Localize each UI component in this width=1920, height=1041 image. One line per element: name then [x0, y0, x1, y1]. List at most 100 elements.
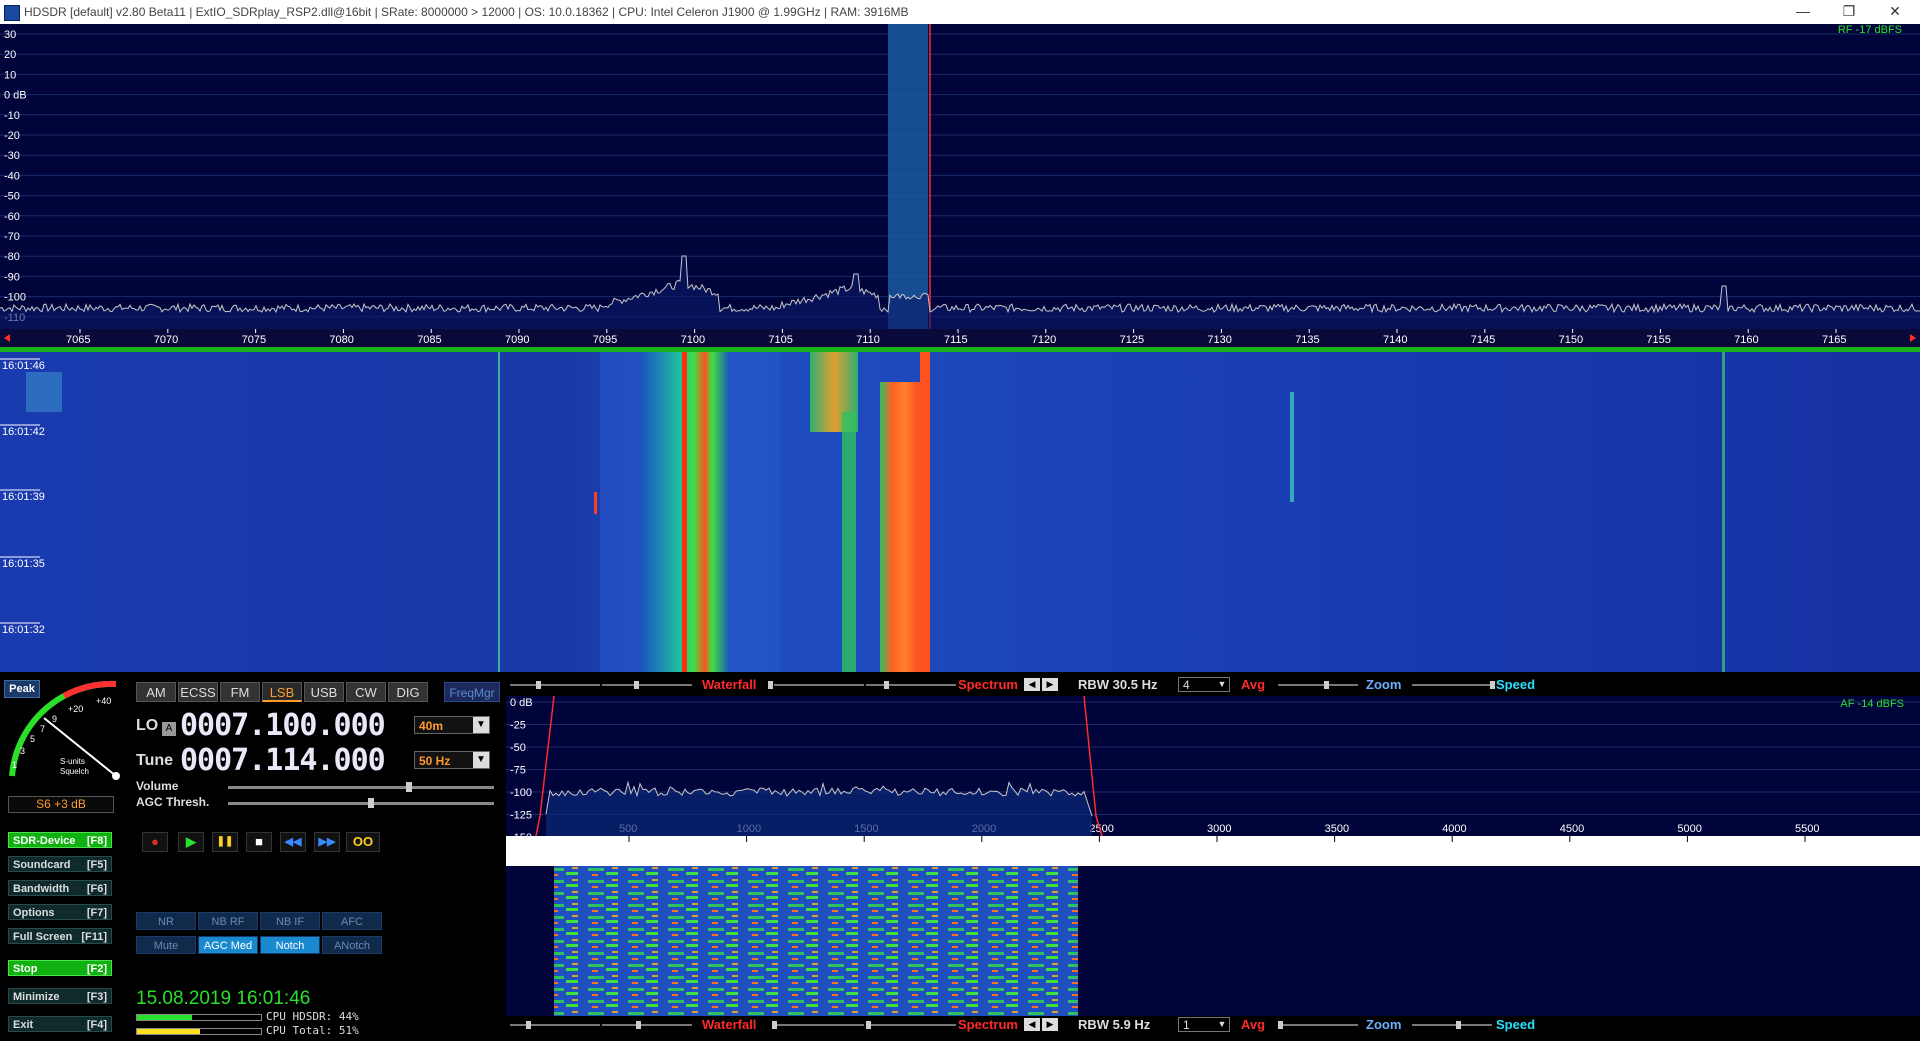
rf-waterfall[interactable]: 16:01:46 16:01:42 16:01:39 16:01:35 16:01:32	[0, 352, 1920, 672]
notch-button[interactable]: Notch	[260, 936, 320, 954]
window-title: HDSDR [default] v2.80 Beta11 | ExtIO_SDR…	[24, 5, 909, 19]
waterfall-contrast-slider[interactable]	[510, 1024, 600, 1026]
peak-button[interactable]: Peak	[4, 680, 40, 698]
rf-freq-label: 7165	[1822, 334, 1846, 346]
scroll-right-icon[interactable]	[1910, 334, 1916, 342]
bandwidth-button[interactable]: Bandwidth [F6]	[8, 880, 112, 896]
slider-knob[interactable]	[526, 1021, 531, 1029]
rf-db-label: 10	[4, 69, 16, 81]
scroll-left-icon[interactable]	[4, 334, 10, 342]
agc-button[interactable]: AGC Med	[198, 936, 258, 954]
tune-step-select[interactable]: 50 Hz ▼	[414, 751, 490, 769]
speed-slider[interactable]	[1412, 684, 1492, 686]
volume-slider[interactable]	[228, 782, 494, 792]
mode-am-button[interactable]: AM	[136, 682, 176, 702]
slider-knob[interactable]	[866, 1021, 871, 1029]
lo-a-badge[interactable]: A	[162, 722, 176, 736]
record-icon[interactable]: ●	[142, 832, 168, 852]
volume-slider-thumb[interactable]	[406, 782, 412, 792]
pause-icon[interactable]: ❚❚	[212, 832, 238, 852]
af-freq-label: 4500	[1560, 823, 1584, 835]
arrow-left-icon[interactable]: ◀	[1024, 678, 1040, 691]
play-icon[interactable]: ▶	[178, 832, 204, 852]
slider-knob[interactable]	[1278, 1021, 1283, 1029]
svg-text:+20: +20	[68, 704, 83, 714]
mode-dig-button[interactable]: DIG	[388, 682, 428, 702]
tune-frequency[interactable]: 0007.114.000	[180, 743, 386, 778]
waterfall-brightness-slider[interactable]	[602, 684, 692, 686]
band-select[interactable]: 40m ▼	[414, 716, 490, 734]
rf-freq-label: 7070	[154, 334, 178, 346]
sdr-device-button[interactable]: SDR-Device [F8]	[8, 832, 112, 848]
slider-knob[interactable]	[634, 681, 639, 689]
spectrum-brightness-slider[interactable]	[866, 684, 956, 686]
exit-button[interactable]: Exit [F4]	[8, 1016, 112, 1032]
mode-ecss-button[interactable]: ECSS	[178, 682, 218, 702]
close-window-button[interactable]: ✕	[1872, 0, 1918, 24]
nr-button[interactable]: NR	[136, 912, 196, 930]
waterfall-brightness-slider[interactable]	[602, 1024, 692, 1026]
slider-knob[interactable]	[1324, 681, 1329, 689]
spectrum-contrast-slider[interactable]	[774, 1024, 864, 1026]
freqmgr-button[interactable]: FreqMgr	[444, 682, 500, 702]
rf-spectrum[interactable]: 30 20 10 0 dB -10 -20 -30 -40 -50 -60 -70 -80 -90 -10…	[0, 24, 1920, 329]
rf-spectrum-trace	[0, 255, 1920, 314]
rf-freq-label: 7160	[1734, 334, 1758, 346]
slider-knob[interactable]	[772, 1021, 777, 1029]
restore-window-button[interactable]: ❐	[1826, 0, 1872, 24]
agc-thresh-slider-thumb[interactable]	[368, 798, 374, 808]
frequency-axis[interactable]: 7065 7070 7075 7080 7085 7090 7095 7100 7105 7110…	[0, 329, 1920, 347]
slider-knob[interactable]	[768, 681, 773, 689]
slider-knob[interactable]	[536, 681, 541, 689]
arrow-right-icon[interactable]: ▶	[1042, 678, 1058, 691]
af-db-label: -50	[510, 742, 526, 754]
mode-cw-button[interactable]: CW	[346, 682, 386, 702]
spectrum-brightness-slider[interactable]	[866, 1024, 956, 1026]
soundcard-button[interactable]: Soundcard [F5]	[8, 856, 112, 872]
fast-forward-icon[interactable]: ▶▶	[314, 832, 340, 852]
af-spectrum[interactable]: 0 dB-25-50-75-100-125-150500100015002000…	[506, 695, 1920, 866]
minimize-window-button[interactable]: —	[1780, 0, 1826, 24]
arrow-left-icon[interactable]: ◀	[1024, 1018, 1040, 1031]
control-panel: 1 3 5 7 9 +20 +40 S-units Squelch Peak S…	[0, 672, 506, 1041]
af-waterfall[interactable]	[506, 866, 1920, 1016]
waterfall-label: Waterfall	[702, 1017, 757, 1032]
stop-icon[interactable]: ■	[246, 832, 272, 852]
anotch-button[interactable]: ANotch	[322, 936, 382, 954]
options-button[interactable]: Options [F7]	[8, 904, 112, 920]
waterfall-timestamp: 16:01:42	[2, 426, 45, 438]
full-screen-button[interactable]: Full Screen [F11]	[8, 928, 112, 944]
filter-passband[interactable]	[888, 24, 928, 329]
zoom-slider[interactable]	[1278, 684, 1358, 686]
slider-knob[interactable]	[636, 1021, 641, 1029]
rewind-icon[interactable]: ◀◀	[280, 832, 306, 852]
rf-freq-label: 7080	[329, 334, 353, 346]
minimize-button[interactable]: Minimize [F3]	[8, 988, 112, 1004]
avg-select[interactable]: 4 ▼	[1178, 677, 1230, 692]
mute-button[interactable]: Mute	[136, 936, 196, 954]
slider-knob[interactable]	[1490, 681, 1495, 689]
cpu-total-text: CPU Total: 51%	[266, 1024, 359, 1037]
speed-slider[interactable]	[1412, 1024, 1492, 1026]
nb-if-button[interactable]: NB IF	[260, 912, 320, 930]
slider-knob[interactable]	[1456, 1021, 1461, 1029]
stop-button[interactable]: Stop [F2]	[8, 960, 112, 976]
af-db-label: -75	[510, 765, 526, 777]
mode-usb-button[interactable]: USB	[304, 682, 344, 702]
nb-rf-button[interactable]: NB RF	[198, 912, 258, 930]
avg-select[interactable]: 1 ▼	[1178, 1017, 1230, 1032]
mode-fm-button[interactable]: FM	[220, 682, 260, 702]
rf-spectrum-plot[interactable]: 30 20 10 0 dB -10 -20 -30 -40 -50 -60 -70 -80 -90 -10…	[0, 24, 1920, 329]
waterfall-contrast-slider[interactable]	[510, 684, 600, 686]
zoom-slider[interactable]	[1278, 1024, 1358, 1026]
mode-lsb-button[interactable]: LSB	[262, 682, 302, 702]
loop-icon[interactable]: OO	[346, 832, 380, 852]
slider-knob[interactable]	[884, 681, 889, 689]
afc-button[interactable]: AFC	[322, 912, 382, 930]
arrow-right-icon[interactable]: ▶	[1042, 1018, 1058, 1031]
rf-freq-label: 7135	[1295, 334, 1319, 346]
agc-thresh-slider[interactable]	[228, 798, 494, 808]
rf-db-label: 30	[4, 29, 16, 41]
lo-frequency[interactable]: 0007.100.000	[180, 708, 386, 743]
spectrum-contrast-slider[interactable]	[774, 684, 864, 686]
